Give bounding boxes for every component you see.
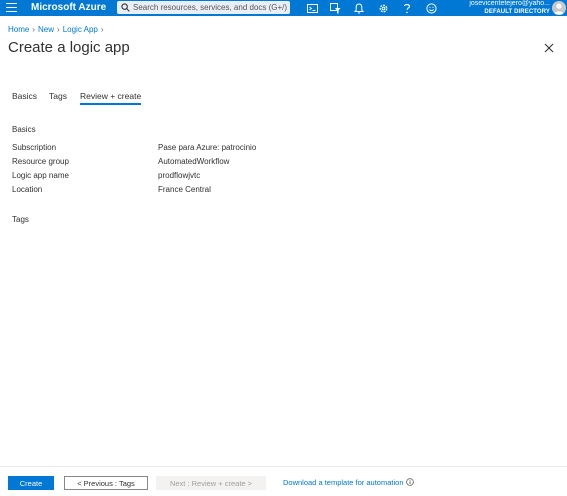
search-icon: [121, 3, 130, 12]
breadcrumb-home[interactable]: Home: [8, 25, 29, 34]
search-placeholder: Search resources, services, and docs (G+…: [133, 3, 288, 12]
next-button[interactable]: Next : Review + create >: [156, 476, 266, 490]
page-title: Create a logic app: [8, 39, 130, 56]
breadcrumb: Home › New › Logic App ›: [8, 24, 107, 36]
brand-title[interactable]: Microsoft Azure: [31, 0, 106, 16]
breadcrumb-new[interactable]: New: [38, 25, 54, 34]
chevron-right-icon: ›: [32, 25, 36, 34]
top-bar: Microsoft Azure Search resources, servic…: [0, 0, 567, 16]
resource-group-value: AutomatedWorkflow: [158, 157, 230, 166]
close-icon[interactable]: [543, 42, 555, 54]
chevron-right-icon: ›: [57, 25, 60, 34]
tab-tags[interactable]: Tags: [49, 90, 67, 102]
location-value: France Central: [158, 185, 211, 194]
gear-icon[interactable]: [372, 0, 394, 16]
footer-divider: [0, 466, 567, 467]
logic-app-name-label: Logic app name: [12, 171, 69, 180]
download-template-link[interactable]: Download a template for automation: [283, 476, 414, 490]
download-template-label: Download a template for automation: [283, 478, 404, 487]
create-button[interactable]: Create: [8, 476, 54, 490]
hamburger-menu-icon[interactable]: [6, 3, 17, 13]
info-icon: [405, 478, 414, 486]
tab-review-create[interactable]: Review + create: [80, 90, 142, 105]
previous-button[interactable]: < Previous : Tags: [64, 476, 148, 490]
user-account[interactable]: josevicentetejero@yaho... DEFAULT DIRECT…: [450, 0, 550, 16]
avatar[interactable]: [552, 1, 566, 15]
user-email: josevicentetejero@yaho...: [469, 0, 550, 7]
chevron-right-icon: ›: [100, 25, 104, 34]
subscription-value: Pase para Azure: patrocinio: [158, 143, 257, 152]
resource-group-label: Resource group: [12, 157, 69, 166]
user-directory: DEFAULT DIRECTORY: [484, 9, 550, 15]
search-input[interactable]: Search resources, services, and docs (G+…: [117, 1, 290, 14]
question-icon[interactable]: [396, 0, 418, 16]
location-label: Location: [12, 185, 43, 194]
smiley-icon[interactable]: [420, 0, 442, 16]
bell-icon[interactable]: [348, 0, 370, 16]
tab-basics[interactable]: Basics: [12, 90, 37, 102]
tags-heading: Tags: [12, 215, 29, 224]
logic-app-name-value: prodflowjvtc: [158, 171, 201, 180]
basics-heading: Basics: [12, 125, 36, 134]
subscription-label: Subscription: [12, 143, 57, 152]
directory-filter-icon[interactable]: [324, 0, 346, 16]
cloud-shell-icon[interactable]: [301, 0, 323, 16]
breadcrumb-logic-app[interactable]: Logic App: [63, 25, 98, 34]
